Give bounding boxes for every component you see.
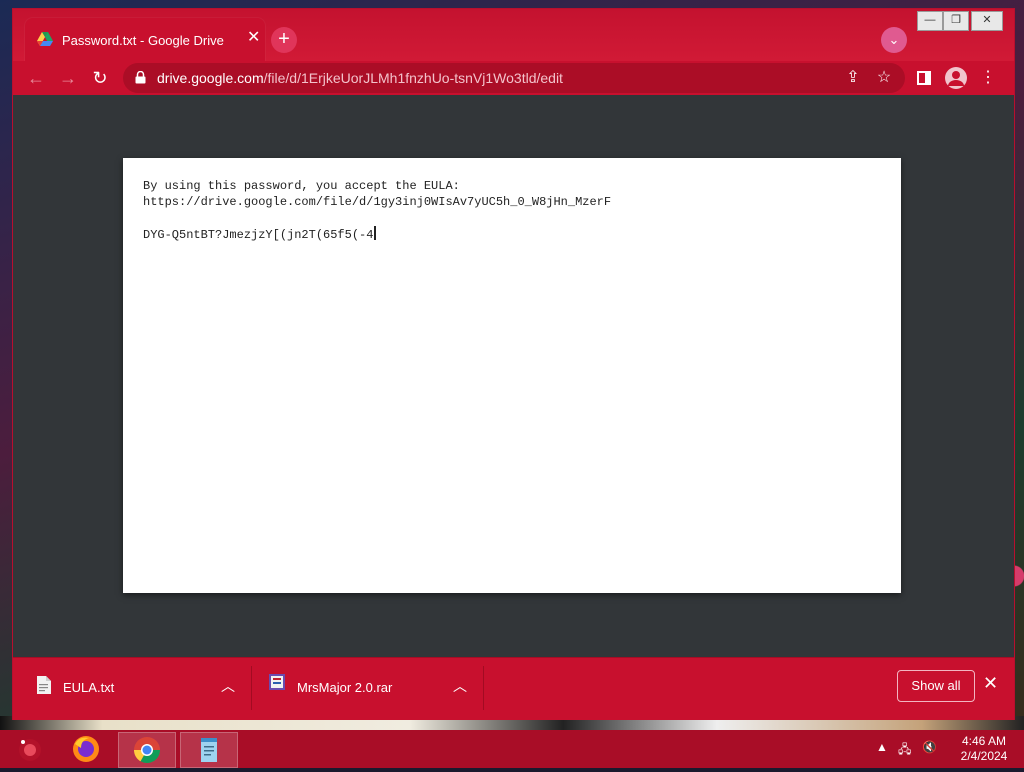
show-all-button[interactable]: Show all [897, 670, 975, 702]
clock-date: 2/4/2024 [960, 749, 1008, 763]
address-bar[interactable]: drive.google.com/file/d/1ErjkeUorJLMh1fn… [123, 63, 905, 93]
side-panel-icon[interactable] [913, 67, 935, 89]
download-divider [251, 666, 252, 710]
chevron-up-icon[interactable]: ︿ [221, 676, 235, 696]
reload-icon[interactable]: ↻ [89, 67, 111, 89]
doc-line-4-password: DYG-Q5ntBT?JmezjzY[(jn2T(65f5(-4 [143, 228, 374, 242]
browser-toolbar: ← → ↻ drive.google.com/file/d/1ErjkeUorJ… [13, 61, 1014, 95]
text-cursor-icon [374, 226, 377, 240]
close-window-button[interactable]: ✕ [971, 11, 1003, 31]
menu-kebab-icon[interactable]: ⋮ [977, 67, 999, 89]
volume-muted-icon[interactable]: 🔇 [922, 740, 937, 754]
tab-strip: Password.txt - Google Drive ✕ + ⌄ — ❐ ✕ [13, 9, 1014, 62]
doc-line-1: By using this password, you accept the E… [143, 179, 460, 193]
tab-title: Password.txt - Google Drive [62, 33, 224, 48]
download-divider [483, 666, 484, 710]
text-document-page[interactable]: By using this password, you accept the E… [123, 158, 901, 593]
download-item-eula[interactable]: EULA.txt ︿ [13, 658, 251, 718]
profile-avatar[interactable] [945, 67, 967, 89]
close-downloads-icon[interactable]: ✕ [983, 674, 998, 692]
tab-password-txt[interactable]: Password.txt - Google Drive ✕ [25, 18, 265, 62]
restore-button[interactable]: ❐ [943, 11, 969, 31]
document-text: By using this password, you accept the E… [143, 178, 611, 243]
system-clock[interactable]: 4:46 AM 2/4/2024 [952, 734, 1016, 764]
download-item-mrsmajor[interactable]: MrsMajor 2.0.rar ︿ [253, 658, 483, 718]
download-name: EULA.txt [63, 680, 115, 695]
notepad-icon[interactable] [180, 732, 238, 768]
url-text: drive.google.com/file/d/1ErjkeUorJLMh1fn… [157, 70, 563, 86]
document-viewer: By using this password, you accept the E… [13, 95, 1014, 657]
close-tab-icon[interactable]: ✕ [247, 30, 260, 46]
lock-icon [135, 71, 146, 84]
new-tab-button[interactable]: + [271, 27, 297, 53]
forward-arrow-icon[interactable]: → [57, 67, 79, 89]
bookmark-star-icon[interactable]: ☆ [874, 68, 894, 88]
minimize-button[interactable]: — [917, 11, 943, 31]
downloads-bar: EULA.txt ︿ MrsMajor 2.0.rar ︿ Show all ✕ [13, 657, 1014, 720]
share-icon[interactable]: ⇪ [843, 68, 863, 88]
google-drive-icon [37, 32, 53, 46]
show-hidden-icons-icon[interactable]: ▲ [876, 740, 888, 754]
text-file-icon [37, 676, 51, 694]
ruby-installer-icon[interactable] [2, 732, 58, 766]
rar-archive-icon [269, 674, 285, 690]
chevron-up-icon[interactable]: ︿ [453, 676, 467, 696]
doc-line-2: https://drive.google.com/file/d/1gy3inj0… [143, 195, 612, 209]
firefox-icon[interactable] [58, 732, 114, 766]
chrome-window: Password.txt - Google Drive ✕ + ⌄ — ❐ ✕ … [12, 8, 1015, 720]
chrome-icon[interactable] [118, 732, 176, 768]
clock-time: 4:46 AM [961, 734, 1007, 748]
network-icon[interactable]: 🖧 [898, 740, 911, 761]
download-name: MrsMajor 2.0.rar [297, 680, 393, 695]
windows-taskbar: ▲ 🖧 🔇 4:46 AM 2/4/2024 [0, 730, 1024, 768]
tab-search-chevron-icon[interactable]: ⌄ [881, 27, 907, 53]
back-arrow-icon[interactable]: ← [25, 67, 47, 89]
